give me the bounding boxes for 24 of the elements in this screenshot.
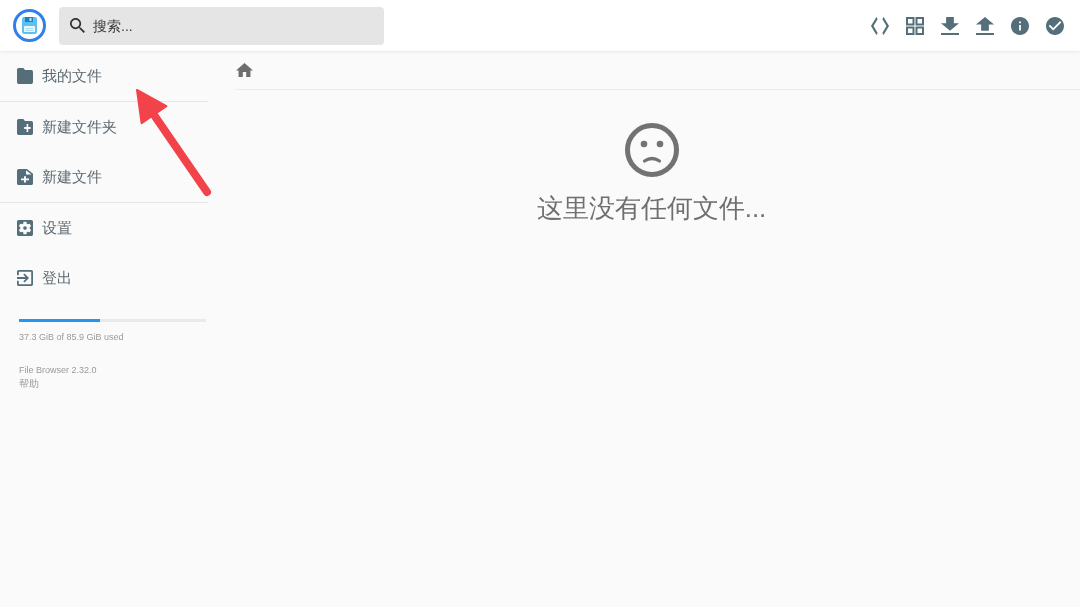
storage-usage-text: 37.3 GiB of 85.9 GiB used [19, 332, 124, 342]
sidebar-item[interactable]: 设置 [0, 203, 208, 253]
sidebar-item[interactable]: 我的文件 [0, 51, 208, 101]
sad-face-icon [624, 123, 679, 177]
search-icon [70, 18, 85, 33]
grid-view-icon[interactable] [905, 16, 924, 35]
empty-folder-message: 这里没有任何文件... [536, 192, 767, 225]
sidebar-item[interactable]: 新建文件 [0, 152, 208, 202]
version-text: File Browser 2.32.0 [19, 365, 97, 375]
floppy-disk-logo [13, 9, 46, 42]
file-plus-icon [17, 169, 33, 185]
folder-icon [17, 68, 33, 84]
search-field[interactable]: 搜索... [59, 6, 384, 45]
sidebar-item[interactable]: 登出 [0, 253, 208, 303]
home-icon[interactable] [236, 63, 253, 77]
settings-icon [17, 220, 33, 236]
help-link[interactable]: 帮助 [19, 377, 39, 391]
code-icon[interactable] [870, 16, 889, 35]
download-icon[interactable] [940, 16, 959, 35]
info-icon[interactable] [1010, 16, 1029, 35]
logout-icon [17, 270, 33, 286]
sidebar-item[interactable]: 新建文件夹 [0, 102, 208, 152]
upload-icon[interactable] [975, 16, 994, 35]
folder-plus-icon [17, 119, 33, 135]
